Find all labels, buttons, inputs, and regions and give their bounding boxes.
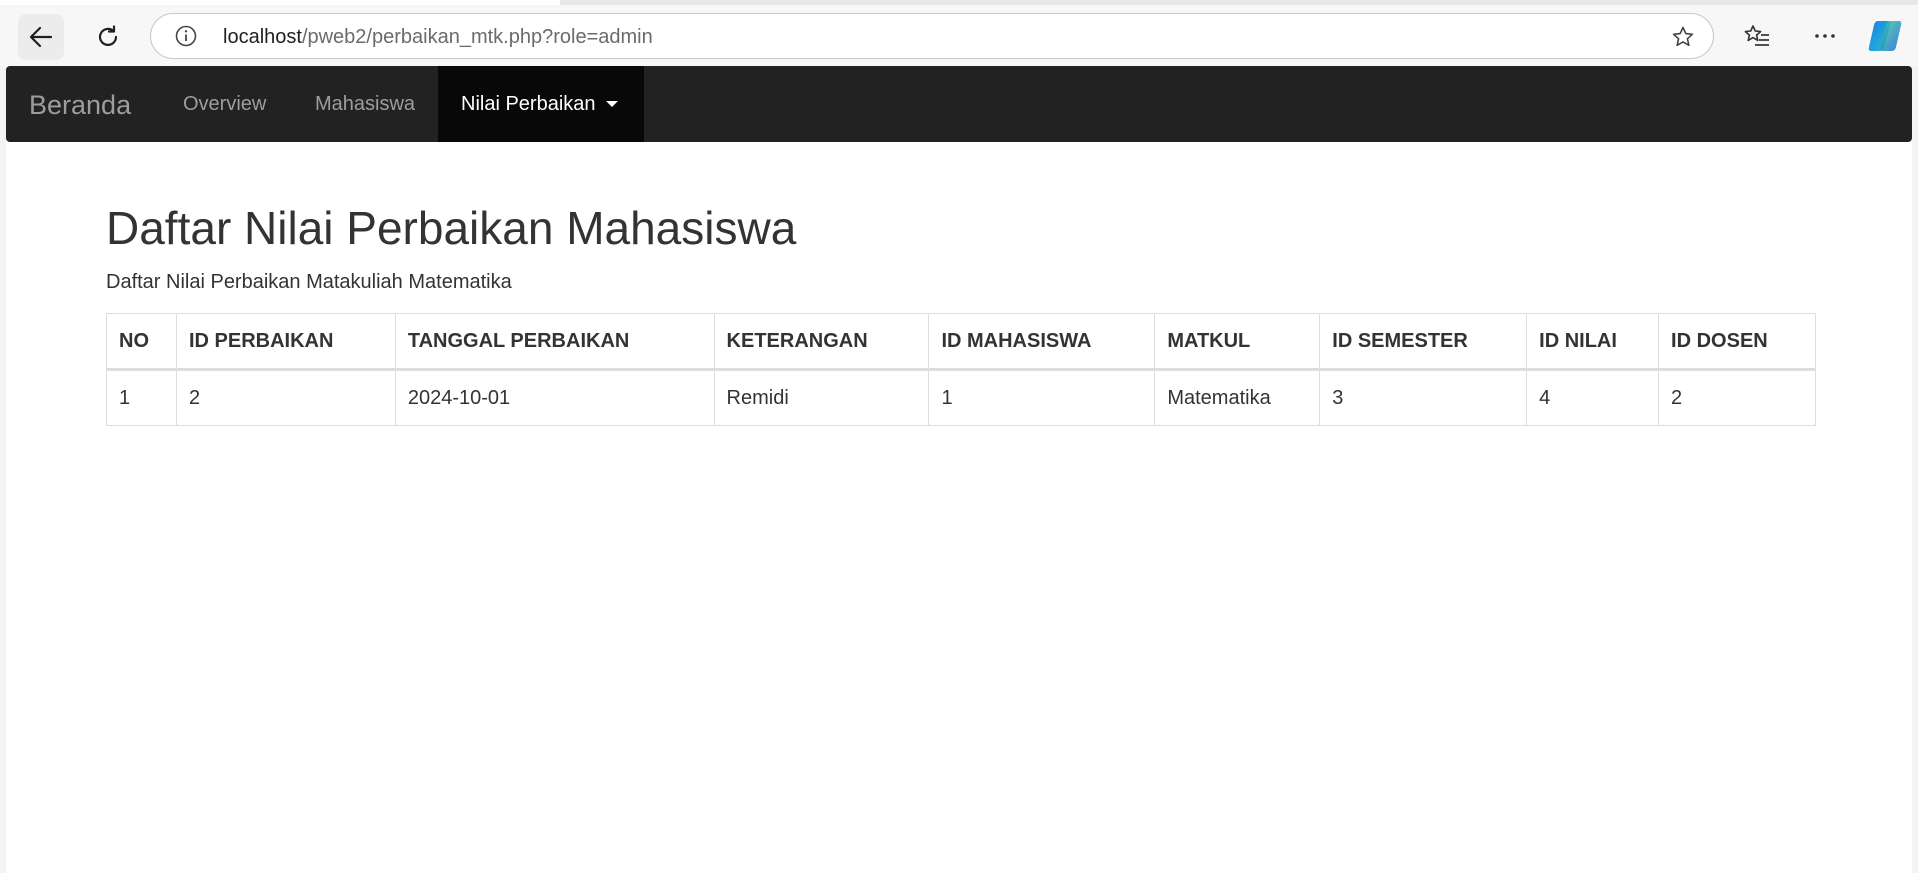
active-tab-edge[interactable] [0, 0, 560, 5]
column-header: KETERANGAN [713, 313, 930, 371]
table-cell: 1 [106, 369, 177, 426]
arrow-left-icon [29, 26, 53, 48]
caret-down-icon [605, 101, 618, 107]
column-header: ID SEMESTER [1319, 313, 1528, 371]
copilot-icon[interactable] [1866, 18, 1904, 54]
table-cell: 4 [1526, 369, 1660, 426]
table-cell: 3 [1319, 369, 1528, 426]
back-button[interactable] [18, 14, 64, 60]
column-header: NO [106, 313, 177, 371]
column-header: ID DOSEN [1658, 313, 1816, 371]
column-header: TANGGAL PERBAIKAN [394, 313, 715, 371]
nav-item-overview[interactable]: Overview [160, 66, 289, 142]
url-path: /pweb2/perbaikan_mtk.php?role=admin [301, 26, 653, 48]
address-bar[interactable]: localhost/pweb2/perbaikan_mtk.php?role=a… [150, 13, 1714, 59]
url-host: localhost [223, 26, 302, 48]
nav-item-mahasiswa[interactable]: Mahasiswa [292, 66, 438, 142]
favorites-icon[interactable] [1743, 22, 1771, 50]
nav-item-label: Nilai Perbaikan [461, 92, 596, 115]
star-icon[interactable] [1671, 25, 1695, 49]
perbaikan-table: NO ID PERBAIKAN TANGGAL PERBAIKAN KETERA… [106, 313, 1816, 426]
navbar: Beranda Overview Mahasiswa Nilai Perbaik… [6, 66, 1912, 142]
reload-icon [98, 25, 118, 46]
navbar-brand[interactable]: Beranda [29, 90, 131, 120]
page-subtitle: Daftar Nilai Perbaikan Matakuliah Matema… [106, 271, 512, 293]
reload-button[interactable] [85, 14, 131, 60]
table-cell: 2024-10-01 [394, 369, 715, 426]
browser-toolbar: localhost/pweb2/perbaikan_mtk.php?role=a… [0, 0, 1918, 66]
table-cell: 2 [175, 369, 396, 426]
table-row: 1 2 2024-10-01 Remidi 1 Matematika 3 4 2 [106, 369, 1816, 426]
info-icon[interactable] [175, 25, 197, 47]
column-header: ID PERBAIKAN [175, 313, 396, 371]
nav-item-nilai-perbaikan[interactable]: Nilai Perbaikan [438, 66, 644, 142]
table-cell: Remidi [713, 369, 930, 426]
table-header-row: NO ID PERBAIKAN TANGGAL PERBAIKAN KETERA… [106, 313, 1816, 371]
url-text[interactable]: localhost/pweb2/perbaikan_mtk.php?role=a… [223, 26, 653, 48]
tab-strip [0, 0, 1918, 5]
column-header: MATKUL [1154, 313, 1321, 371]
page-viewport: Beranda Overview Mahasiswa Nilai Perbaik… [6, 66, 1912, 873]
table-cell: 1 [928, 369, 1156, 426]
column-header: ID MAHASISWA [928, 313, 1156, 371]
page-title: Daftar Nilai Perbaikan Mahasiswa [106, 202, 797, 254]
more-icon[interactable] [1811, 22, 1839, 50]
column-header: ID NILAI [1526, 313, 1660, 371]
table-cell: 2 [1658, 369, 1816, 426]
table-cell: Matematika [1154, 369, 1321, 426]
